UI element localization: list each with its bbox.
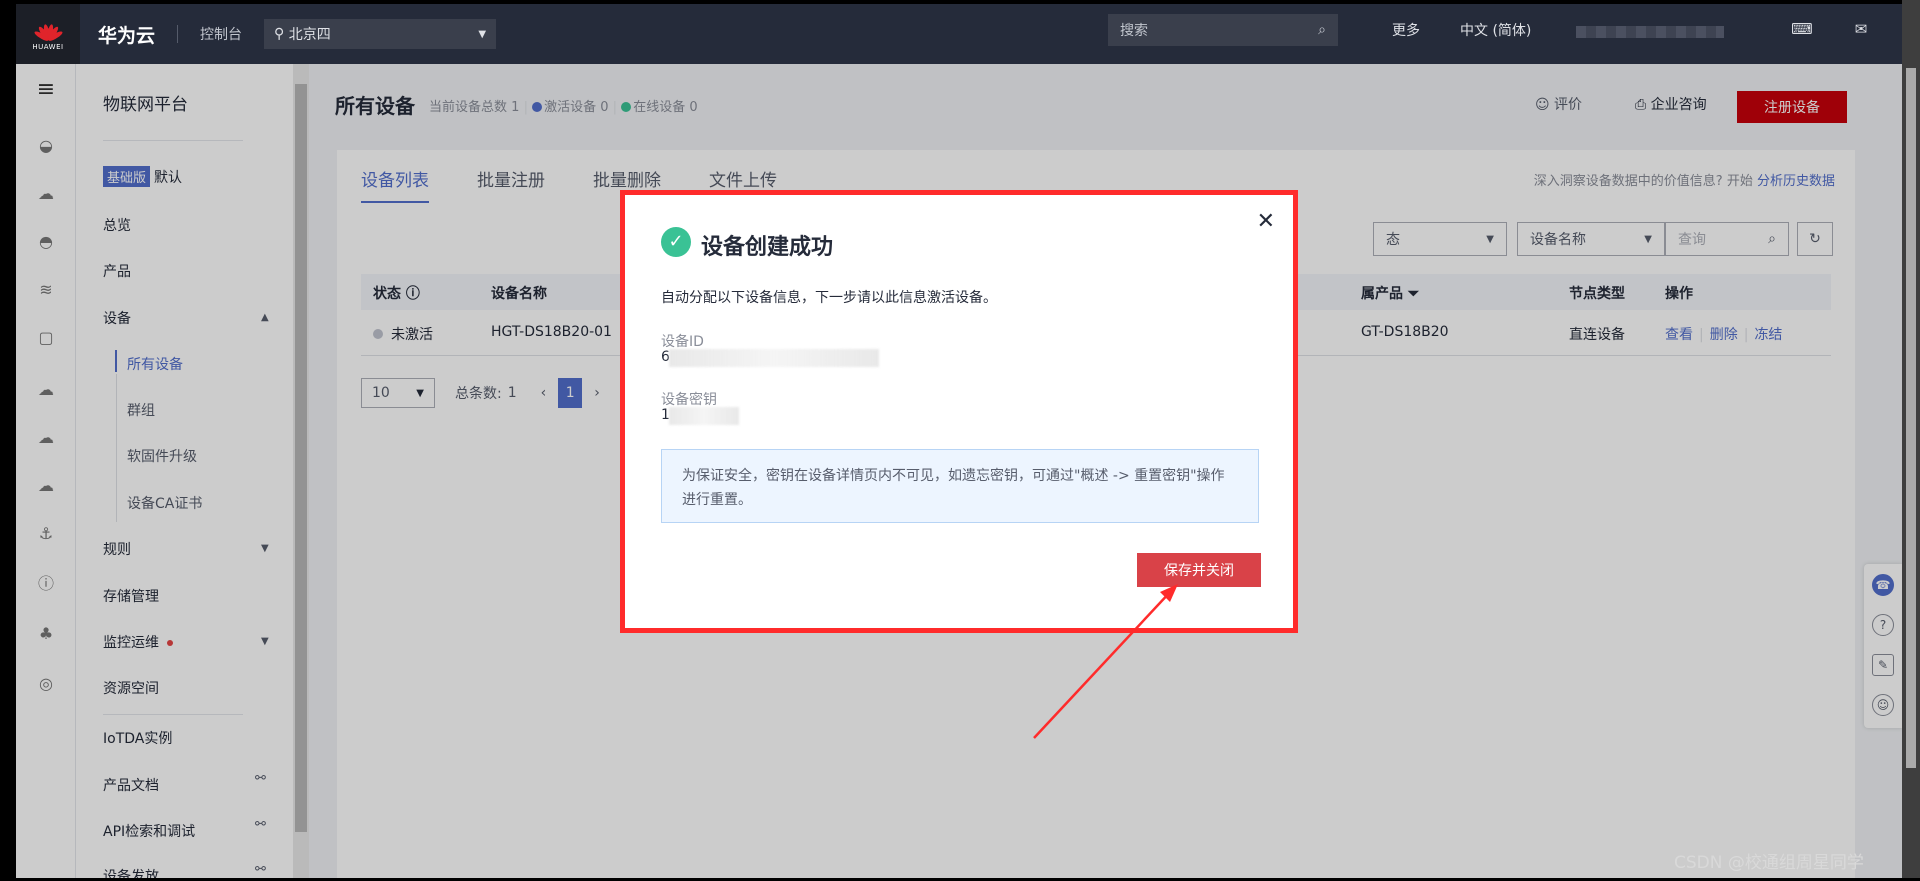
language-selector[interactable]: 中文 (简体) <box>1460 20 1531 40</box>
security-notice: 为保证安全，密钥在设备详情页内不可见，如遗忘密钥，可通过"概述 -> 重置密钥"… <box>661 449 1259 523</box>
region-label: 北京四 <box>288 27 331 43</box>
user-account-masked[interactable] <box>1576 26 1724 38</box>
chevron-down-icon: ▼ <box>478 28 487 40</box>
search-placeholder: 搜索 <box>1120 23 1148 39</box>
region-selector[interactable]: ⚲ 北京四 ▼ <box>264 19 497 49</box>
success-check-icon: ✓ <box>661 227 691 257</box>
cloud-shell-icon[interactable]: ⌨ <box>1791 18 1813 40</box>
cloud-name[interactable]: 华为云 <box>98 21 155 48</box>
modal-description: 自动分配以下设备信息，下一步请以此信息激活设备。 <box>661 290 997 306</box>
modal-title: 设备创建成功 <box>701 235 834 260</box>
device-id-label: 设备ID <box>661 334 704 350</box>
more-menu[interactable]: 更多 <box>1392 20 1420 40</box>
device-secret-label: 设备密钥 <box>661 392 717 408</box>
page-scrollbar[interactable] <box>1902 0 1920 881</box>
device-created-modal: ✕ ✓ 设备创建成功 自动分配以下设备信息，下一步请以此信息激活设备。 设备ID… <box>620 190 1298 633</box>
mail-icon[interactable]: ✉ <box>1850 18 1872 40</box>
save-and-close-button[interactable]: 保存并关闭 <box>1137 553 1261 587</box>
close-icon[interactable]: ✕ <box>1257 209 1275 234</box>
search-icon[interactable]: ⌕ <box>1318 22 1326 38</box>
device-secret-redaction <box>669 407 739 425</box>
global-search-input[interactable]: 搜索 ⌕ <box>1108 14 1338 46</box>
huawei-logo[interactable]: HUAWEI <box>16 4 80 64</box>
device-id-redaction <box>669 349 879 367</box>
watermark: CSDN @校通组周星同学 <box>1674 853 1864 873</box>
top-bar: HUAWEI 华为云 控制台 ⚲ 北京四 ▼ 搜索 ⌕ 更多 中文 (简体) ⌨… <box>0 0 1920 64</box>
screen-left-edge <box>0 0 16 881</box>
topbar-divider <box>177 25 179 43</box>
console-link[interactable]: 控制台 <box>200 24 242 44</box>
location-pin-icon: ⚲ <box>274 26 289 42</box>
huawei-brand-text: HUAWEI <box>32 42 64 51</box>
